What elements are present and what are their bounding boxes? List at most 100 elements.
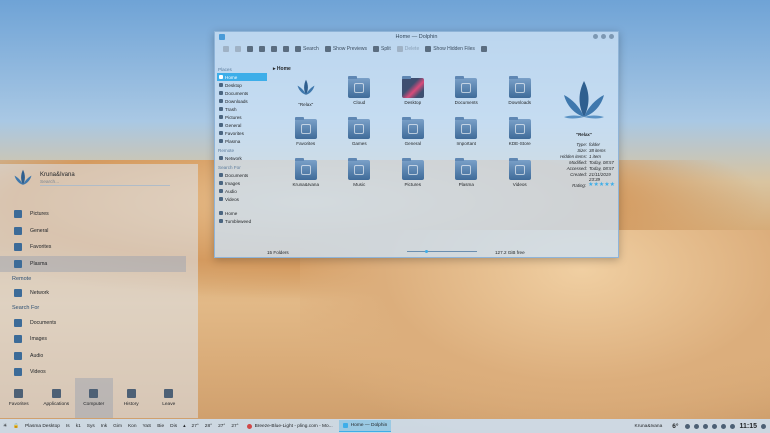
zoom-handle[interactable] xyxy=(425,250,428,253)
folder-item[interactable]: Favorites xyxy=(279,117,333,151)
folder-item[interactable]: Cloud xyxy=(333,76,387,110)
weather[interactable]: 6° xyxy=(669,423,681,430)
sidebar-item-network[interactable]: Network xyxy=(217,154,267,162)
compact-view-icon[interactable] xyxy=(271,46,277,52)
launcher-item-plasma[interactable]: Plasma xyxy=(0,255,186,272)
launcher-item-network[interactable]: Network xyxy=(0,285,186,302)
info-value[interactable]: ★★★★★ xyxy=(588,182,615,188)
volume-icon[interactable] xyxy=(712,423,718,429)
sidebar-item-search-audio[interactable]: Audio xyxy=(217,187,267,195)
dolphin-window[interactable]: Home — Dolphin Search Show Previews Spli… xyxy=(214,31,619,258)
sidebar-item-favorites[interactable]: Favorites xyxy=(217,129,267,137)
clipboard-icon[interactable] xyxy=(730,423,736,429)
sidebar-item-documents[interactable]: Documents xyxy=(217,89,267,97)
launcher-item-favorites[interactable]: Favorites xyxy=(0,239,186,256)
launcher-search-input[interactable]: Search... xyxy=(40,180,170,186)
maximize-icon[interactable] xyxy=(601,34,606,39)
launcher-item-general[interactable]: General xyxy=(0,223,186,240)
launcher-item-pictures[interactable]: Pictures xyxy=(0,206,186,223)
details-view-icon[interactable] xyxy=(283,46,289,52)
panel-user[interactable]: Kruna&Ivana xyxy=(632,424,666,429)
pager-7[interactable]: YaS xyxy=(140,424,155,429)
folder-item[interactable]: "Relax" xyxy=(279,78,333,110)
launcher-item-images[interactable]: Images xyxy=(0,331,186,348)
pager-3[interactable]: Sys xyxy=(84,424,98,429)
temp-3: 27° xyxy=(218,423,226,429)
tab-leave[interactable]: Leave xyxy=(150,378,188,418)
sidebar-item-downloads[interactable]: Downloads xyxy=(217,97,267,105)
launcher-footer: Favorites Applications Computer History … xyxy=(0,378,198,418)
folder-icon xyxy=(294,117,317,139)
folder-item[interactable]: Games xyxy=(333,117,387,151)
folder-item[interactable]: Downloads xyxy=(493,76,547,110)
pager-8[interactable]: Bie xyxy=(154,424,167,429)
show-previews-button[interactable]: Show Previews xyxy=(324,46,367,52)
sidebar-item-home[interactable]: Home xyxy=(217,73,267,81)
folder-item[interactable]: KDE-Store xyxy=(493,117,547,151)
tab-applications[interactable]: Applications xyxy=(38,378,76,418)
sidebar-item-search-images[interactable]: Images xyxy=(217,179,267,187)
folder-item[interactable]: Important xyxy=(440,117,494,151)
minimize-icon[interactable] xyxy=(593,34,598,39)
pager-9[interactable]: Dis xyxy=(167,424,180,429)
hamburger-menu-icon[interactable] xyxy=(480,46,487,52)
folder-item[interactable]: Desktop xyxy=(386,76,440,110)
folder-icon xyxy=(455,117,478,139)
folder-item[interactable]: Plasma xyxy=(440,158,494,192)
sidebar-item-trash[interactable]: Trash xyxy=(217,105,267,113)
title-bar[interactable]: Home — Dolphin xyxy=(215,32,618,42)
folder-name: Videos xyxy=(512,182,527,187)
desktop-label[interactable]: Plasma Desktop xyxy=(22,424,63,429)
pager-4[interactable]: Ink xyxy=(98,424,110,429)
info-key: Hidden items: xyxy=(560,154,587,159)
forward-icon[interactable] xyxy=(235,46,241,52)
tab-computer[interactable]: Computer xyxy=(75,378,113,418)
folder-item[interactable]: Videos xyxy=(493,158,547,192)
folder-item[interactable]: Kruna&Ivana xyxy=(279,158,333,192)
launcher-button[interactable]: ✳ xyxy=(0,424,10,429)
tab-favorites[interactable]: Favorites xyxy=(0,378,38,418)
sidebar-item-plasma[interactable]: Plasma xyxy=(217,137,267,145)
notifications-icon[interactable] xyxy=(694,423,700,429)
sidebar-item-device-tumbleweed[interactable]: Tumbleweed xyxy=(217,217,267,225)
back-icon[interactable] xyxy=(223,46,229,52)
sidebar-item-pictures[interactable]: Pictures xyxy=(217,113,267,121)
icons-view-icon[interactable] xyxy=(259,46,265,52)
task-dolphin[interactable]: Home — Dolphin xyxy=(338,420,392,432)
launcher-item-documents[interactable]: Documents xyxy=(0,315,186,332)
power-icon[interactable] xyxy=(761,423,766,429)
pager-6[interactable]: Kon xyxy=(125,424,140,429)
search-button[interactable]: Search xyxy=(295,46,319,52)
close-icon[interactable] xyxy=(609,34,614,39)
folder-item[interactable]: Documents xyxy=(440,76,494,110)
folder-item[interactable]: General xyxy=(386,117,440,151)
show-hidden-button[interactable]: Show Hidden Files xyxy=(425,46,475,52)
launcher-item-audio[interactable]: Audio xyxy=(0,348,186,365)
folder-item[interactable]: Pictures xyxy=(386,158,440,192)
sidebar-item-search-documents[interactable]: Documents xyxy=(217,171,267,179)
pager-1[interactable]: Is xyxy=(63,424,73,429)
clock[interactable]: 11:15 xyxy=(739,423,757,430)
pager-5[interactable]: Gim xyxy=(110,424,125,429)
lock-icon[interactable]: 🔒 xyxy=(10,424,22,429)
task-browser[interactable]: Breeze-Blue-Light - pling.com - Mo... xyxy=(243,420,337,432)
sidebar-item-search-videos[interactable]: Videos xyxy=(217,195,267,203)
chevron-up-icon[interactable]: ▴ xyxy=(180,424,188,429)
up-icon[interactable] xyxy=(247,46,253,52)
sidebar-item-general[interactable]: General xyxy=(217,121,267,129)
network-icon[interactable] xyxy=(721,423,727,429)
breadcrumb[interactable]: ▸ Home xyxy=(273,66,291,72)
pager-2[interactable]: k1 xyxy=(73,424,84,429)
info-key: Size: xyxy=(577,148,587,153)
sidebar-item-desktop[interactable]: Desktop xyxy=(217,81,267,89)
folder-item[interactable]: Music xyxy=(333,158,387,192)
zoom-slider[interactable] xyxy=(407,250,477,253)
temp-1: 27° xyxy=(191,423,199,429)
bluetooth-icon[interactable] xyxy=(703,423,709,429)
delete-button[interactable]: Delete xyxy=(396,46,419,52)
split-button[interactable]: Split xyxy=(373,46,391,52)
sidebar-item-device-home[interactable]: Home xyxy=(217,209,267,217)
cloud-icon[interactable] xyxy=(685,423,691,429)
tab-history[interactable]: History xyxy=(113,378,151,418)
avatar[interactable] xyxy=(12,168,34,190)
